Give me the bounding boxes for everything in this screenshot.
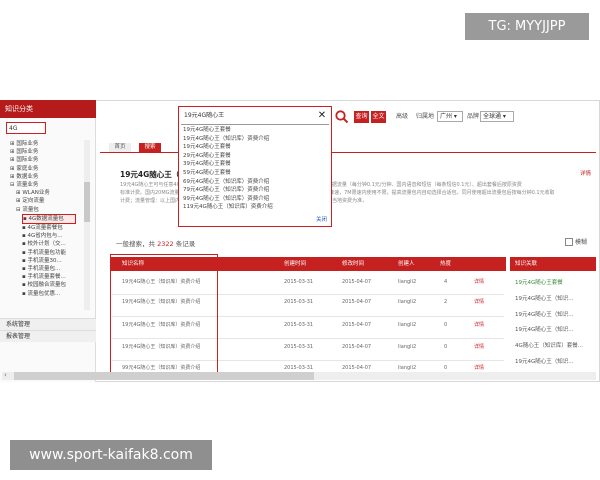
cell-creator: liangli2	[398, 322, 417, 328]
tree-item[interactable]: ⊞ WLAN业务	[10, 189, 90, 197]
tree-item[interactable]: ▪ 校外计划（交...	[10, 240, 90, 248]
tree-item[interactable]: ⊞ 数据业务	[10, 173, 90, 181]
suggestion-item[interactable]: 19元4G随心王（知识库）资费介绍	[183, 135, 323, 144]
suggestion-item[interactable]: 99元4G随心王（知识库）资费介绍	[183, 195, 323, 204]
suggestion-item[interactable]: 39元4G随心王套餐	[183, 160, 323, 169]
tree-item[interactable]: ▪ 校园融合流量包	[10, 281, 90, 289]
query-button[interactable]: 查询	[354, 111, 369, 123]
tree-item[interactable]: ⊟ 流量包	[10, 206, 90, 214]
related-item[interactable]: 4G随心王（知识库）套餐...	[515, 339, 595, 355]
fulltext-button[interactable]: 全文	[371, 111, 386, 123]
cell-heat: 0	[444, 322, 448, 328]
watermark-top: TG: MYYJJPP	[465, 13, 589, 40]
close-icon[interactable]: ✕	[316, 109, 328, 123]
tree-item[interactable]: ▪ 手机流量30...	[10, 257, 90, 265]
dropdown-search-value[interactable]: 19元4G随心王	[181, 109, 329, 123]
content-title: 19元4G随心王（	[120, 170, 180, 179]
suggestion-item[interactable]: 19元4G随心王套餐	[183, 126, 323, 135]
tree-item[interactable]: ⊞ 家庭业务	[10, 165, 90, 173]
cell-creator: liangli2	[398, 344, 417, 350]
col-header-creator[interactable]: 创建人	[398, 257, 415, 271]
brand-select[interactable]: 全球通 ▾	[480, 111, 514, 122]
city-label: 归属地	[416, 113, 435, 120]
suggestion-list: 19元4G随心王套餐 19元4G随心王（知识库）资费介绍 19元4G随心王套餐 …	[183, 126, 323, 212]
menu-system-admin[interactable]: 系统管理	[0, 318, 96, 330]
cell-heat: 2	[444, 299, 448, 305]
row-detail-link[interactable]: 详情	[474, 321, 484, 328]
cell-modified: 2015-04-07	[342, 322, 372, 328]
col-header-heat[interactable]: 热度	[440, 257, 451, 271]
city-select[interactable]: 广州 ▾	[437, 111, 463, 122]
row-detail-link[interactable]: 详情	[474, 278, 484, 285]
menu-report-admin[interactable]: 报表管理	[0, 330, 96, 342]
cell-heat: 4	[444, 279, 448, 285]
scroll-left-icon[interactable]: ‹	[4, 371, 7, 379]
result-count: 一般搜索，共 2322 条记录	[116, 240, 196, 248]
dropdown-close-link[interactable]: 关闭	[316, 215, 327, 223]
tree-item[interactable]: ⊞ 定向流量	[10, 197, 90, 205]
tab-home[interactable]: 首页	[109, 143, 131, 152]
suggestion-item[interactable]: 119元4G随心王（知识库）资费介绍	[183, 203, 323, 212]
tree-item[interactable]: ⊞ 国际业务	[10, 140, 90, 148]
col-header-created[interactable]: 创建时间	[284, 257, 306, 271]
cell-created: 2015-03-31	[284, 322, 314, 328]
sidebar-header: 知识分类	[0, 100, 96, 118]
related-list: 19元4G随心王套餐 19元4G随心王（知识... 19元4G随心王（知识...…	[515, 276, 595, 371]
category-tree: ⊞ 国际业务 ⊞ 国际业务 ⊞ 国际业务 ⊞ 家庭业务 ⊞ 数据业务 ⊟ 流量业…	[10, 140, 90, 298]
cell-modified: 2015-04-07	[342, 299, 372, 305]
tree-item[interactable]: ▪ 手机流量包功能	[10, 249, 90, 257]
sidebar-search-input[interactable]: 4G	[6, 122, 46, 134]
dropdown-divider	[181, 124, 329, 125]
cell-heat: 0	[444, 344, 448, 350]
suggestion-item[interactable]: 19元4G随心王套餐	[183, 143, 323, 152]
detail-link[interactable]: 详情	[580, 169, 591, 177]
sidebar-scrollbar-thumb[interactable]	[84, 182, 90, 222]
search-icon[interactable]	[334, 109, 350, 125]
cell-modified: 2015-04-07	[342, 279, 372, 285]
tree-item[interactable]: ▪ 手机流量套餐...	[10, 273, 90, 281]
tree-item[interactable]: ⊞ 国际业务	[10, 148, 90, 156]
suggestion-item[interactable]: 69元4G随心王（知识库）资费介绍	[183, 178, 323, 187]
col-header-modified[interactable]: 修改时间	[342, 257, 364, 271]
tab-search[interactable]: 搜索	[139, 143, 161, 152]
row-detail-link[interactable]: 详情	[474, 364, 484, 371]
suggestion-item[interactable]: 29元4G随心王套餐	[183, 152, 323, 161]
fuzzy-label: 模糊	[575, 239, 588, 246]
cell-creator: liangli2	[398, 299, 417, 305]
cell-created: 2015-03-31	[284, 299, 314, 305]
row-detail-link[interactable]: 详情	[474, 343, 484, 350]
cell-created: 2015-03-31	[284, 279, 314, 285]
row-detail-link[interactable]: 详情	[474, 298, 484, 305]
watermark-bottom: www.sport-kaifak8.com	[10, 440, 212, 470]
cell-modified: 2015-04-07	[342, 344, 372, 350]
suggestion-item[interactable]: 79元4G随心王（知识库）资费介绍	[183, 186, 323, 195]
suggestion-item[interactable]: 59元4G随心王套餐	[183, 169, 323, 178]
tab-underline	[100, 152, 596, 153]
tree-item[interactable]: ▪ 手机流量包...	[10, 265, 90, 273]
tree-item[interactable]: ▪ 4G省内包与...	[10, 232, 90, 240]
related-item[interactable]: 19元4G随心王（知识...	[515, 292, 595, 308]
related-item[interactable]: 19元4G随心王（知识...	[515, 308, 595, 324]
cell-created: 2015-03-31	[284, 344, 314, 350]
cell-creator: liangli2	[398, 279, 417, 285]
fuzzy-checkbox[interactable]	[565, 238, 573, 246]
name-column-highlight	[110, 254, 218, 376]
tree-item[interactable]: ▪ 流量包优惠...	[10, 290, 90, 298]
sidebar-scrollbar[interactable]	[84, 140, 90, 310]
related-item[interactable]: 19元4G随心王套餐	[515, 276, 595, 292]
related-panel-header: 知识关联	[510, 257, 596, 271]
advanced-label[interactable]: 高级	[396, 111, 408, 123]
tree-item[interactable]: ⊟ 流量业务	[10, 181, 90, 189]
related-item[interactable]: 19元4G随心王（知识...	[515, 323, 595, 339]
tree-item[interactable]: ▪ 4G流量套餐包	[10, 224, 90, 232]
tree-item-selected[interactable]: ▪ 4G数据流量包	[22, 213, 76, 225]
tree-item[interactable]: ⊞ 国际业务	[10, 156, 90, 164]
related-item[interactable]: 19元4G随心王（知识...	[515, 355, 595, 371]
brand-label: 品牌	[467, 113, 480, 120]
horizontal-scrollbar-thumb[interactable]	[14, 372, 314, 380]
